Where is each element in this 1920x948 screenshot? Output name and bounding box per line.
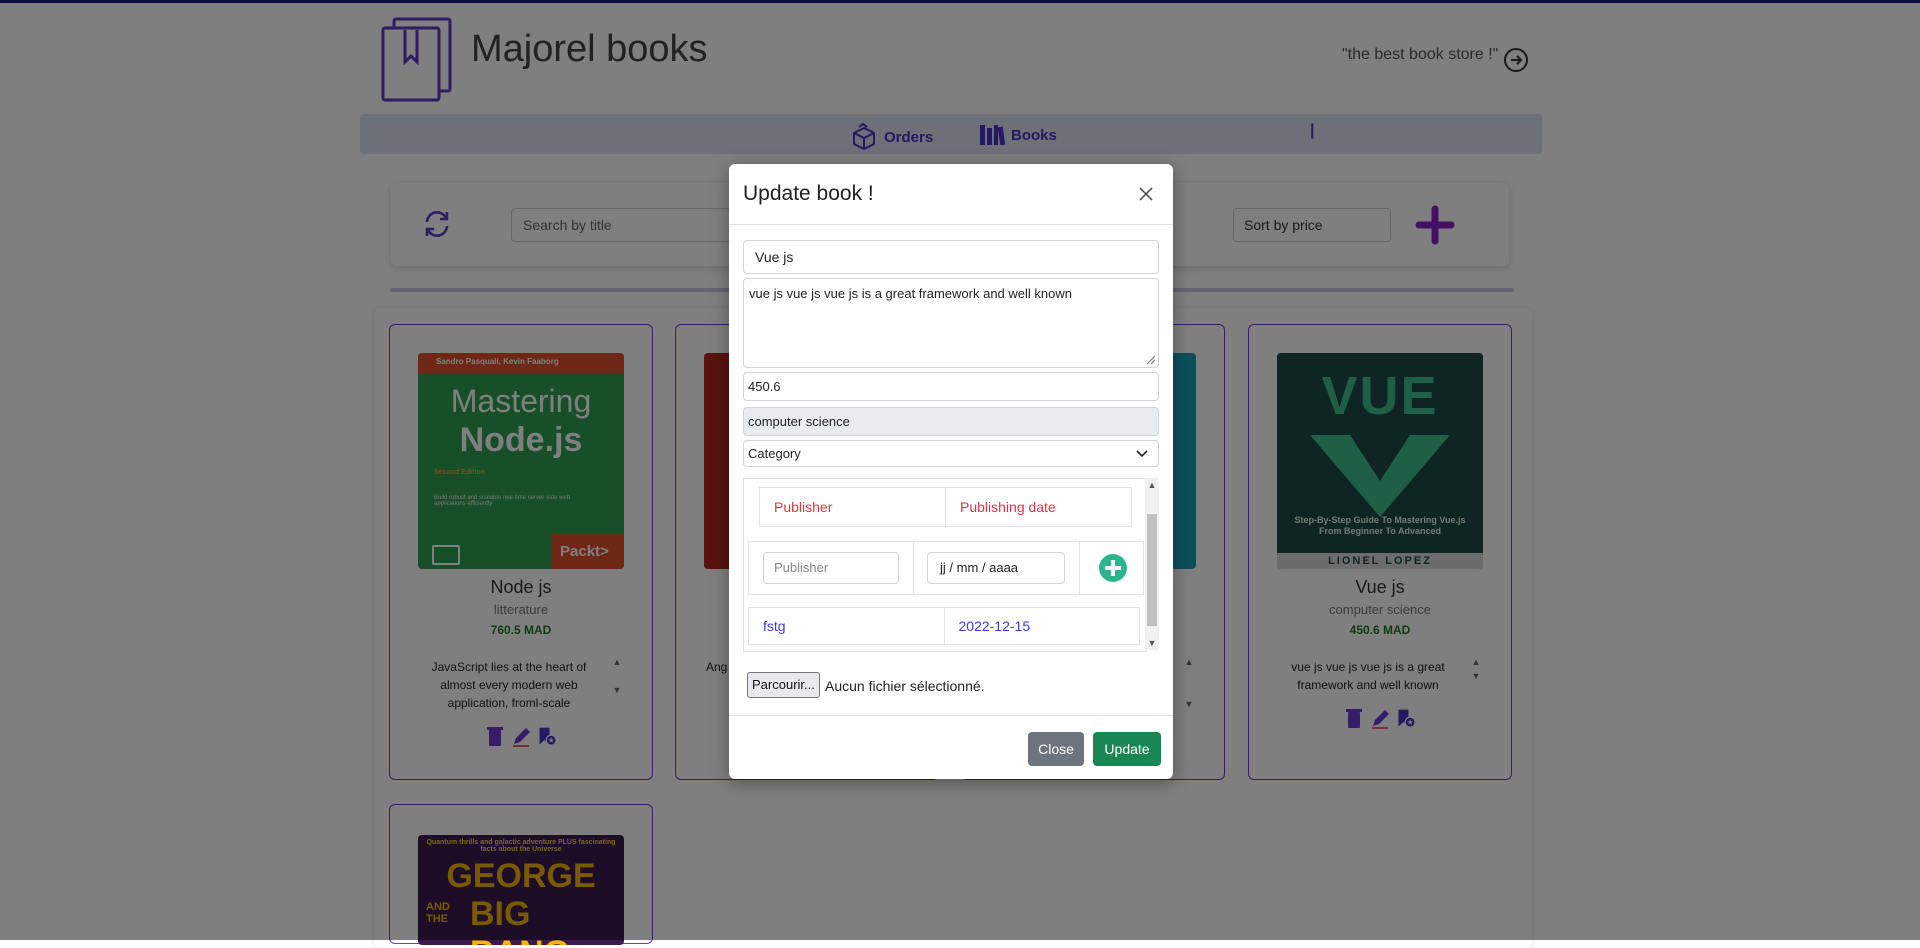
scroll-down-icon[interactable]: ▼ — [1145, 638, 1159, 648]
update-button[interactable]: Update — [1093, 732, 1161, 766]
update-book-modal: Update book ! Vue js vue js vue js vue j… — [729, 164, 1173, 779]
description-field[interactable]: vue js vue js vue js is a great framewor… — [743, 278, 1159, 368]
publishing-date-input[interactable]: jj / mm / aaaa — [927, 552, 1065, 584]
close-button[interactable]: Close — [1028, 732, 1084, 766]
modal-header-divider — [729, 224, 1173, 225]
category-field: computer science — [743, 407, 1159, 436]
modal-title: Update book ! — [743, 182, 874, 205]
modal-footer-divider — [729, 715, 1173, 716]
publisher-name: fstg — [763, 618, 786, 634]
publishers-scrollbar[interactable]: ▲ ▼ — [1145, 478, 1159, 650]
category-select[interactable]: Category — [743, 440, 1159, 467]
publishing-date-header: Publishing date — [945, 488, 1131, 526]
file-browse-button[interactable]: Parcourir... — [747, 672, 820, 698]
category-select-label: Category — [748, 446, 801, 461]
publisher-input[interactable]: Publisher — [763, 552, 899, 584]
publishers-header: Publisher Publishing date — [759, 487, 1132, 527]
file-status: Aucun fichier sélectionné. — [825, 678, 985, 694]
publisher-header: Publisher — [774, 499, 833, 515]
close-icon[interactable] — [1138, 186, 1154, 202]
price-field[interactable]: 450.6 — [743, 372, 1159, 401]
new-publisher-row: Publisher jj / mm / aaaa — [748, 541, 1144, 595]
resize-handle-icon[interactable] — [1144, 353, 1156, 365]
publishing-date: 2022-12-15 — [943, 608, 1140, 644]
publisher-row: fstg 2022-12-15 — [748, 607, 1140, 645]
add-publisher-icon[interactable] — [1098, 553, 1128, 583]
description-text: vue js vue js vue js is a great framewor… — [749, 286, 1072, 301]
scroll-up-icon[interactable]: ▲ — [1145, 480, 1159, 490]
publishers-panel: Publisher Publishing date Publisher jj /… — [743, 478, 1147, 652]
scroll-thumb[interactable] — [1147, 514, 1157, 626]
chevron-down-icon — [1136, 450, 1148, 458]
title-field[interactable]: Vue js — [743, 240, 1159, 274]
